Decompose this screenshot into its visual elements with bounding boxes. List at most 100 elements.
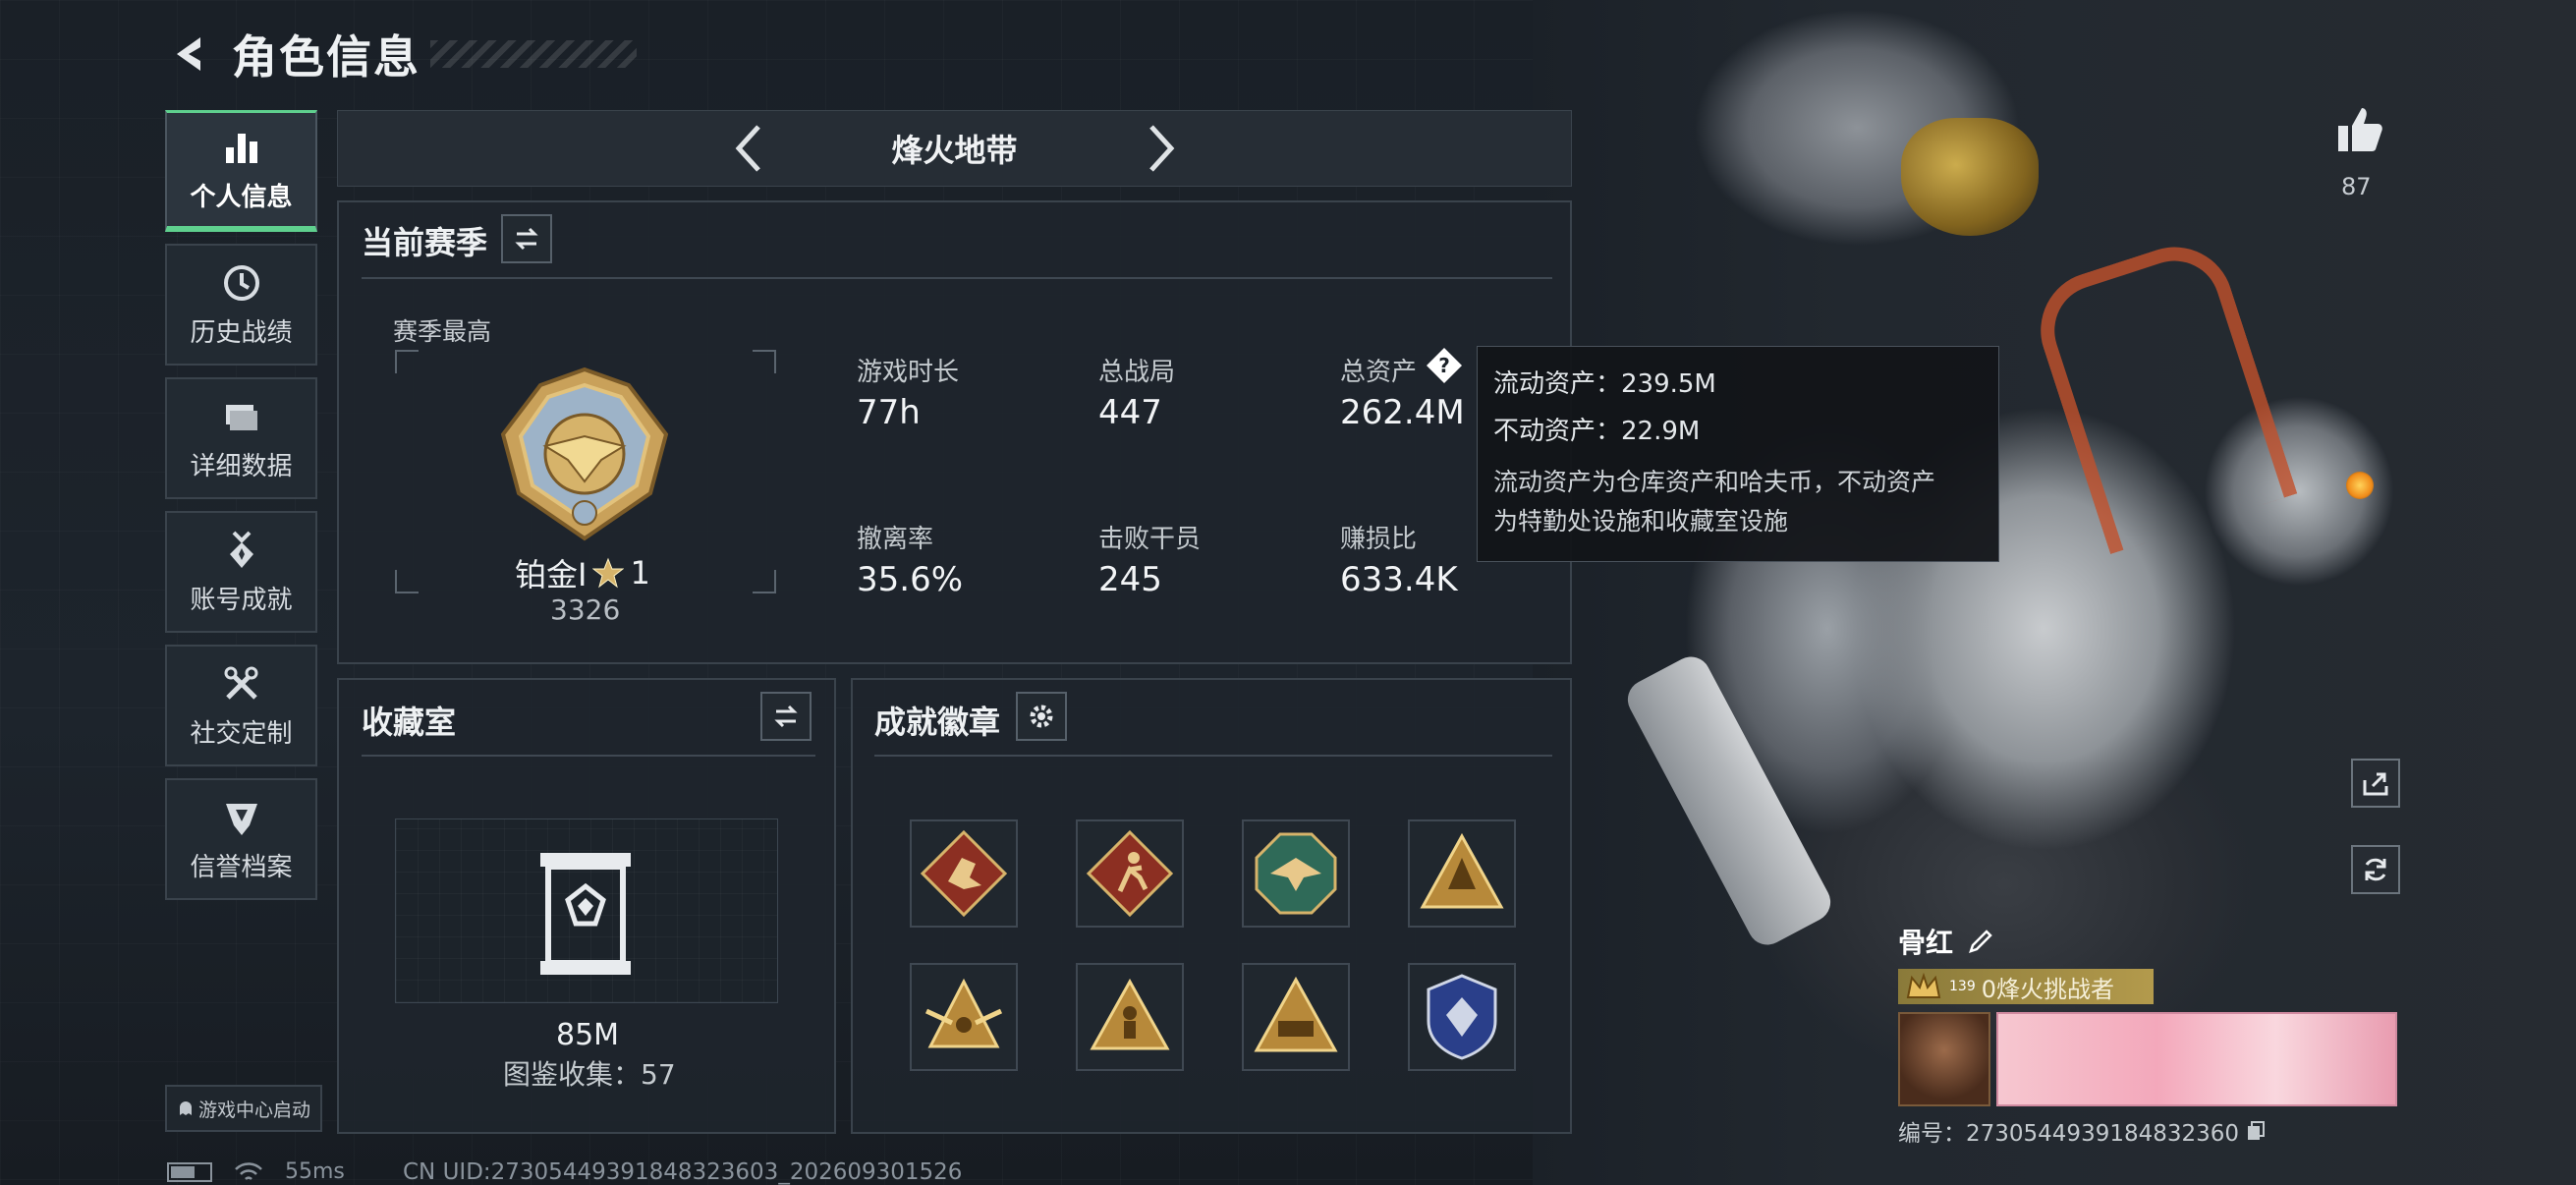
- avatar-frame[interactable]: [1898, 1012, 1990, 1106]
- frame-corner: [395, 570, 419, 593]
- player-uid: 编号：2730544939184832360: [1898, 1121, 2240, 1147]
- stat-label-play-time: 游戏时长: [857, 358, 960, 387]
- page-title: 角色信息: [232, 30, 420, 84]
- wifi-icon: [235, 1161, 262, 1180]
- copy-icon[interactable]: [2245, 1120, 2267, 1142]
- clock-icon: [223, 264, 259, 301]
- character-drone-eye: [2346, 472, 2374, 499]
- level-crown-icon: [1906, 972, 1941, 998]
- title-decoration: [430, 40, 637, 68]
- swap-icon: [774, 705, 798, 728]
- nav-item-personal-info[interactable]: 个人信息: [165, 110, 317, 232]
- name-card-banner[interactable]: [1996, 1012, 2397, 1106]
- nav-label: 个人信息: [190, 183, 293, 212]
- achievement-badge-soldier-triangle[interactable]: [1076, 963, 1184, 1071]
- achievement-badge-triangle-511[interactable]: [1242, 963, 1350, 1071]
- swap-icon: [515, 227, 538, 251]
- stat-value-profit-loss-ratio: 633.4K: [1340, 560, 1458, 599]
- cn-uid-text: CN UID:27305449391848323603_202609301526: [403, 1159, 963, 1185]
- character-visor: [1901, 118, 2039, 236]
- edit-pencil-icon[interactable]: [1967, 928, 1994, 955]
- stat-value-play-time: 77h: [857, 393, 921, 432]
- player-title: 0烽火挑战者: [1981, 975, 2115, 1003]
- status-bar: 55ms: [167, 1159, 345, 1184]
- mode-title: 烽火地带: [891, 132, 1018, 169]
- side-nav: 个人信息 历史战绩 详细数据 账号成就 社交定制 信誉档案: [165, 110, 317, 912]
- ping-value: 55ms: [285, 1159, 345, 1184]
- ghost-icon: [179, 1101, 192, 1115]
- nav-label: 历史战绩: [190, 317, 293, 348]
- folder-icon: [225, 404, 257, 430]
- platinum-rank-emblem-icon: [500, 367, 669, 541]
- player-title-badge[interactable]: 139 0烽火挑战者: [1898, 969, 2154, 1004]
- next-mode-chevron-icon[interactable]: [1144, 121, 1179, 176]
- game-center-launch-button[interactable]: 游戏中心启动: [165, 1085, 322, 1132]
- like-count: 87: [2341, 173, 2372, 200]
- triangle-511-badge-icon: [1254, 976, 1338, 1052]
- vault-display-icon: [540, 853, 631, 975]
- achievement-badge-eagle[interactable]: [1242, 819, 1350, 928]
- nav-item-reputation[interactable]: 信誉档案: [165, 778, 317, 900]
- stat-label-total-assets: 总资产: [1340, 358, 1418, 387]
- refresh-button[interactable]: [2351, 845, 2400, 894]
- nav-label: 账号成就: [190, 585, 293, 615]
- nav-item-social-custom[interactable]: 社交定制: [165, 645, 317, 766]
- gear-icon: [1030, 705, 1053, 728]
- achievement-badge-triangle[interactable]: [1408, 819, 1516, 928]
- achievements-settings-button[interactable]: [1016, 692, 1067, 741]
- tooltip-description-line-1: 流动资产为仓库资产和哈夫币，不动资产: [1493, 468, 1936, 496]
- shield-icon: [225, 803, 257, 835]
- game-center-label: 游戏中心启动: [197, 1099, 310, 1121]
- achievement-badge-dragon[interactable]: [910, 819, 1018, 928]
- player-uid-row: 编号：2730544939184832360: [1898, 1114, 2409, 1148]
- season-panel-title: 当前赛季: [362, 224, 488, 261]
- divider: [362, 277, 1552, 279]
- achievement-badge-runner[interactable]: [1076, 819, 1184, 928]
- divider: [362, 755, 815, 757]
- season-switch-button[interactable]: [501, 214, 552, 263]
- eagle-badge-icon: [1255, 832, 1337, 915]
- mode-switch-bar: 烽火地带: [337, 110, 1572, 187]
- player-level: 139: [1949, 979, 1976, 994]
- help-icon[interactable]: ?: [1425, 346, 1464, 385]
- collection-value: 85M: [556, 1018, 620, 1052]
- frame-corner: [753, 350, 776, 373]
- season-best-label: 赛季最高: [393, 317, 492, 346]
- tools-icon: [224, 666, 257, 700]
- bar-chart-icon: [225, 134, 257, 163]
- stat-label-operators-defeated: 击败干员: [1098, 525, 1202, 554]
- prev-mode-chevron-icon[interactable]: [731, 121, 766, 176]
- medal-icon: [229, 531, 253, 568]
- nav-item-detailed-data[interactable]: 详细数据: [165, 377, 317, 499]
- assets-tooltip: 流动资产：239.5M 不动资产：22.9M 流动资产为仓库资产和哈夫币，不动资…: [1477, 346, 1999, 562]
- stat-value-total-assets: 262.4M: [1340, 393, 1465, 432]
- rank-stars: 1: [630, 554, 650, 592]
- nav-item-achievements[interactable]: 账号成就: [165, 511, 317, 633]
- blue-crest-badge-icon: [1427, 974, 1497, 1060]
- stat-value-total-matches: 447: [1098, 393, 1162, 432]
- share-button[interactable]: [2351, 759, 2400, 808]
- frame-corner: [395, 350, 419, 373]
- page-header: 角色信息: [167, 20, 637, 88]
- svg-text:?: ?: [1438, 354, 1450, 377]
- card-decorations: [1898, 1012, 2409, 1106]
- player-name: 骨红: [1898, 927, 1954, 959]
- battery-icon: [167, 1161, 212, 1182]
- player-name-row: 骨红: [1898, 920, 2409, 963]
- achievement-badge-winged-triangle[interactable]: [910, 963, 1018, 1071]
- nav-label: 详细数据: [190, 451, 293, 481]
- collection-count: 图鉴收集：57: [503, 1058, 676, 1091]
- player-card: 骨红 139 0烽火挑战者 编号：2730544939184832360: [1898, 920, 2409, 1148]
- stat-value-extraction-rate: 35.6%: [857, 560, 964, 599]
- back-arrow-icon[interactable]: [167, 31, 212, 77]
- dragon-badge-icon: [920, 829, 1008, 918]
- thumbs-up-icon[interactable]: [2334, 104, 2385, 155]
- stat-label-total-matches: 总战局: [1098, 358, 1176, 387]
- refresh-icon: [2365, 858, 2386, 881]
- collection-switch-button[interactable]: [760, 692, 812, 741]
- collection-panel-title: 收藏室: [362, 704, 457, 741]
- share-icon: [2363, 772, 2388, 796]
- nav-label: 信誉档案: [190, 852, 293, 882]
- achievement-badge-blue-crest[interactable]: [1408, 963, 1516, 1071]
- nav-item-history[interactable]: 历史战绩: [165, 244, 317, 366]
